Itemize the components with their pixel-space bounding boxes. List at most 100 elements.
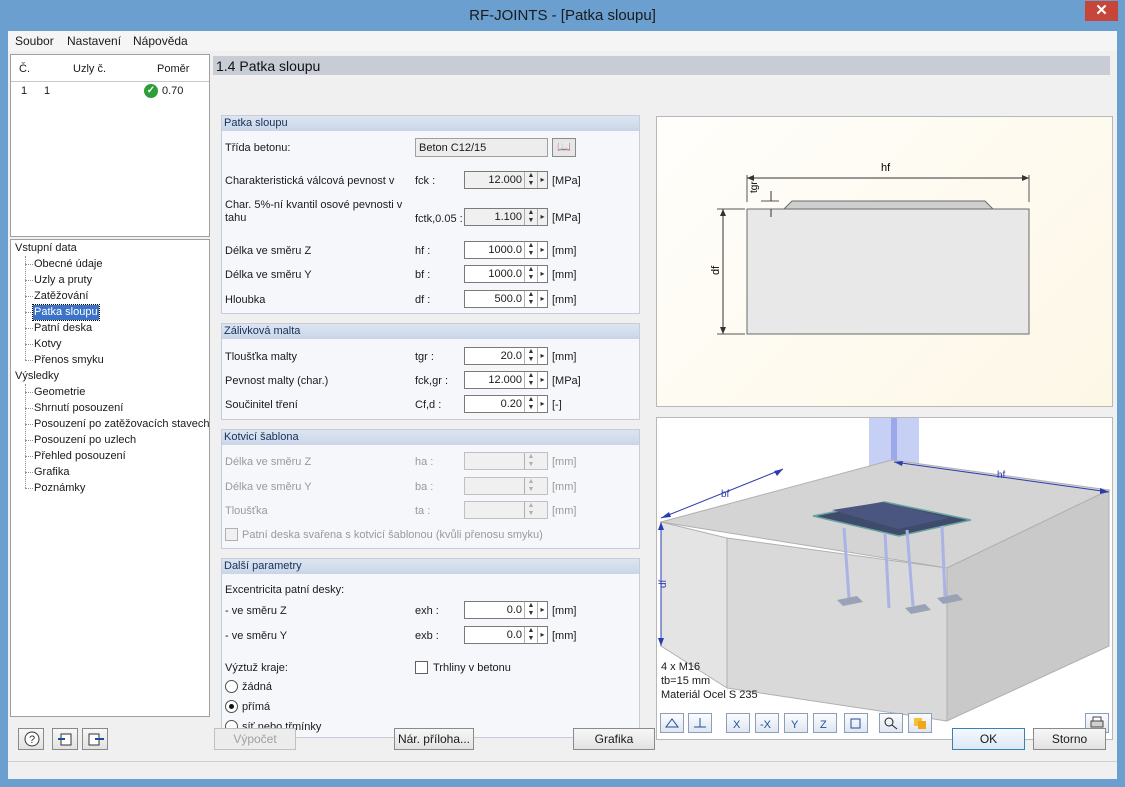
nav-base-plate[interactable]: Patní deska — [34, 321, 92, 336]
bf-symbol: bf : — [415, 269, 431, 281]
ba-label: Délka ve směru Y — [225, 481, 312, 493]
tree-branch — [25, 360, 33, 361]
view-z-button[interactable]: Z — [813, 713, 837, 733]
help-button[interactable]: ? — [18, 728, 44, 750]
cfd-input[interactable]: 0.20 ▲ ▼ ▸ — [464, 395, 548, 413]
exh-input[interactable]: 0.0 ▲ ▼ ▸ — [464, 601, 548, 619]
concrete-class-field[interactable]: Beton C12/15 — [415, 138, 548, 157]
nav-column-footing[interactable]: Patka sloupu — [32, 304, 100, 321]
exb-input[interactable]: 0.0 ▲ ▼ ▸ — [464, 626, 548, 644]
play-icon[interactable]: ▸ — [537, 242, 547, 258]
tgr-value: 20.0 — [500, 350, 522, 362]
table-row[interactable]: 1 1 ✓ 0.70 — [11, 83, 209, 99]
nav-shear-transfer[interactable]: Přenos smyku — [34, 353, 104, 368]
nav-nodes-members[interactable]: Uzly a pruty — [34, 273, 92, 288]
spin-arrows-icon[interactable]: ▲ ▼ — [524, 172, 537, 188]
ha-input[interactable]: ▲ ▼ — [464, 452, 548, 470]
fck-input[interactable]: 12.000 ▲ ▼ ▸ — [464, 171, 548, 189]
fckgr-label: Pevnost malty (char.) — [225, 375, 329, 387]
weld-checkbox[interactable] — [225, 528, 238, 541]
graphics-button[interactable]: Grafika — [573, 728, 655, 750]
status-bar — [8, 761, 1117, 779]
cracks-checkbox[interactable] — [415, 661, 428, 674]
bf-input[interactable]: 1000.0 ▲ ▼ ▸ — [464, 265, 548, 283]
play-icon[interactable]: ▸ — [537, 372, 547, 388]
hf-input[interactable]: 1000.0 ▲ ▼ ▸ — [464, 241, 548, 259]
ba-input[interactable]: ▲ ▼ — [464, 477, 548, 495]
view-x-button[interactable]: X — [726, 713, 750, 733]
fctk-input[interactable]: 1.100 ▲ ▼ ▸ — [464, 208, 548, 226]
ta-input[interactable]: ▲ ▼ — [464, 501, 548, 519]
menu-help[interactable]: Nápověda — [133, 34, 188, 48]
fck-unit: [MPa] — [552, 175, 581, 187]
play-icon[interactable]: ▸ — [537, 602, 547, 618]
nav-notes[interactable]: Poznámky — [34, 481, 85, 496]
footing-3d-view[interactable]: bf hf df 4 x M16 tb=15 mm Materiál Ocel … — [656, 417, 1113, 740]
spin-arrows-icon[interactable]: ▲ ▼ — [524, 372, 537, 388]
play-icon[interactable]: ▸ — [537, 291, 547, 307]
concrete-class-label: Třída betonu: — [225, 142, 291, 154]
nav-design-summary[interactable]: Shrnutí posouzení — [34, 401, 123, 416]
nav-geometry[interactable]: Geometrie — [34, 385, 85, 400]
view-tool-1-button[interactable] — [660, 713, 684, 733]
play-icon[interactable]: ▸ — [537, 172, 547, 188]
col-nodes[interactable]: Uzly č. — [73, 63, 106, 75]
spin-arrows-icon[interactable]: ▲ ▼ — [524, 602, 537, 618]
spin-arrows-icon[interactable]: ▲ ▼ — [524, 627, 537, 643]
nav-design-overview[interactable]: Přehled posouzení — [34, 449, 126, 464]
spin-arrows-icon[interactable]: ▲ ▼ — [524, 291, 537, 307]
col-no[interactable]: Č. — [19, 63, 30, 75]
ok-button[interactable]: OK — [952, 728, 1025, 750]
spin-arrows-icon[interactable]: ▲ ▼ — [524, 266, 537, 282]
menu-file[interactable]: Soubor — [15, 34, 54, 48]
nav-general[interactable]: Obecné údaje — [34, 257, 103, 272]
spin-arrows-icon[interactable]: ▲ ▼ — [524, 348, 537, 364]
material-library-button[interactable]: 📖 — [552, 138, 576, 157]
spin-arrows-icon[interactable]: ▲ ▼ — [524, 396, 537, 412]
spin-arrows-icon[interactable]: ▲ ▼ — [524, 242, 537, 258]
nav-input-root[interactable]: Vstupní data — [15, 241, 77, 256]
section-svg: hf tgr df — [710, 162, 1030, 335]
svg-text:X: X — [733, 719, 741, 730]
view-minus-x-button[interactable]: -X — [755, 713, 779, 733]
view-tool-2-button[interactable] — [688, 713, 712, 733]
exb-label: - ve směru Y — [225, 630, 288, 642]
calculation-button[interactable]: Výpočet — [214, 728, 296, 750]
row-no: 1 — [21, 85, 28, 97]
zoom-button[interactable] — [879, 713, 903, 733]
close-button[interactable]: ✕ — [1085, 1, 1118, 21]
export-button[interactable] — [82, 728, 108, 750]
nav-graphics[interactable]: Grafika — [34, 465, 69, 480]
menu-settings[interactable]: Nastavení — [67, 34, 121, 48]
nav-loading[interactable]: Zatěžování — [34, 289, 88, 304]
df-input[interactable]: 500.0 ▲ ▼ ▸ — [464, 290, 548, 308]
nav-anchors[interactable]: Kotvy — [34, 337, 62, 352]
play-icon[interactable]: ▸ — [537, 266, 547, 282]
play-icon[interactable]: ▸ — [537, 627, 547, 643]
svg-text:?: ? — [29, 734, 35, 746]
play-icon[interactable]: ▸ — [537, 348, 547, 364]
tree-branch — [25, 312, 33, 313]
fckgr-input[interactable]: 12.000 ▲ ▼ ▸ — [464, 371, 548, 389]
import-button[interactable] — [52, 728, 78, 750]
group-title: Zálivková malta — [222, 324, 639, 339]
col-ratio[interactable]: Poměr — [157, 63, 189, 75]
radio-edge-none[interactable] — [225, 680, 238, 693]
weld-label: Patní deska svařena s kotvicí šablonou (… — [242, 529, 543, 541]
radio-edge-straight[interactable] — [225, 700, 238, 713]
spin-arrows-icon[interactable]: ▲ ▼ — [524, 209, 537, 225]
nav-results-root[interactable]: Výsledky — [15, 369, 59, 384]
national-annex-button[interactable]: Nár. příloha... — [394, 728, 474, 750]
view-y-button[interactable]: Y — [784, 713, 808, 733]
play-icon[interactable]: ▸ — [537, 209, 547, 225]
group-column-footing: Patka sloupu Třída betonu: Beton C12/15 … — [221, 115, 640, 314]
nav-design-by-loadcase[interactable]: Posouzení po zatěžovacích stavech — [34, 417, 210, 432]
play-icon[interactable]: ▸ — [537, 396, 547, 412]
help-icon: ? — [24, 731, 40, 747]
nav-design-by-node[interactable]: Posouzení po uzlech — [34, 433, 136, 448]
view-iso-button[interactable] — [844, 713, 868, 733]
tgr-input[interactable]: 20.0 ▲ ▼ ▸ — [464, 347, 548, 365]
cancel-button[interactable]: Storno — [1033, 728, 1106, 750]
render-mode-button[interactable] — [908, 713, 932, 733]
bf-label: Délka ve směru Y — [225, 269, 312, 281]
